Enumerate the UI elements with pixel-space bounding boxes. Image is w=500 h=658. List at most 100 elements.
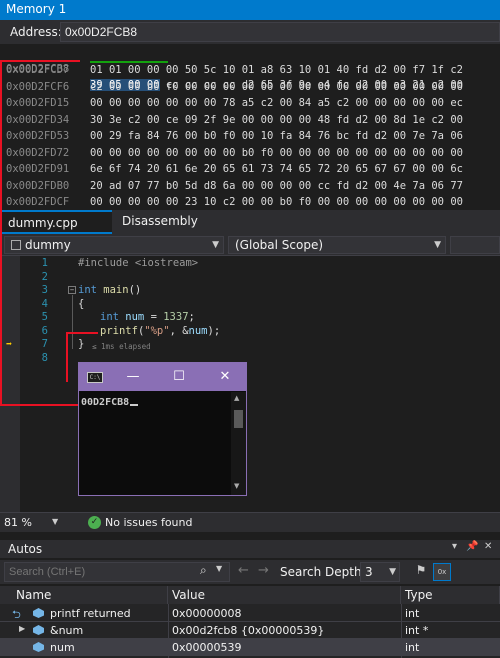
row-type: int [405,607,420,620]
zoom-level[interactable]: 81 % [4,516,32,529]
table-row[interactable]: num 0x00000539 int [0,639,500,656]
search-depth-label: Search Depth: [280,565,366,579]
memory-row-address: 0x00D2FCD7 [6,64,70,76]
perf-tip[interactable]: ≤ 1ms elapsed [92,342,151,351]
memory-row-bytes[interactable]: 30 3e c2 00 ce 09 2f 9e 00 00 00 00 48 f… [90,112,463,128]
back-arrow-icon[interactable]: ← [238,563,249,578]
column-header-value[interactable]: Value [168,586,401,604]
text-cursor [130,404,139,406]
line-number: 6 [41,324,48,337]
chevron-down-icon[interactable]: ▼ [216,564,222,573]
punctuation: () [128,284,142,296]
search-icon[interactable]: ⌕ [200,563,207,578]
memory-grid[interactable]: 0x00D2FCB8 39 05 00 00 cc cc cc cc d2 65… [0,44,500,210]
minimize-button[interactable]: — [123,368,143,386]
address-bar: Address: [0,20,500,44]
execution-pointer-icon: ➡ [6,339,13,350]
column-divider [168,604,169,658]
row-type: int * [405,624,429,637]
row-value[interactable]: 0x00d2fcb8 {0x00000539} [172,624,324,637]
chevron-down-icon: ▼ [434,240,441,250]
variable-icon [33,608,44,618]
pin-icon[interactable]: 📌 [466,541,478,552]
tab-disassembly[interactable]: Disassembly [114,210,206,234]
memory-row-bytes[interactable]: 00 29 fa 84 76 00 b0 f0 00 10 fa 84 76 b… [90,128,463,144]
chevron-down-icon[interactable]: ▾ [452,541,457,552]
column-header-type[interactable]: Type [401,586,500,604]
memory-row-address: 0x00D2FDB0 [6,179,70,192]
line-number: 5 [41,311,48,323]
annotation-line [66,332,98,334]
chevron-down-icon: ▼ [212,240,219,250]
hex-display-button[interactable]: 0x [433,563,451,581]
console-title-bar[interactable]: C:\ — ☐ ✕ [79,363,246,391]
scope-dropdown[interactable]: (Global Scope) ▼ [228,236,446,254]
console-app-icon: C:\ [87,372,103,383]
autos-title-bar: Autos ▾ 📌 ✕ [0,540,500,558]
scrollbar-thumb[interactable] [234,410,243,428]
collapse-icon[interactable]: − [68,286,76,294]
memory-row-bytes[interactable]: 6e 6f 74 20 61 6e 20 65 61 73 74 65 72 2… [90,161,463,177]
row-value[interactable]: 0x00000008 [172,607,242,620]
column-header-name[interactable]: Name [0,586,168,604]
column-divider [401,604,402,658]
scroll-down-icon[interactable]: ▼ [234,482,239,490]
navigation-bar: dummy ▼ (Global Scope) ▼ [0,234,500,256]
expand-arrow-icon[interactable]: ▶ [19,624,25,633]
keyword: int [100,311,119,323]
fold-guide [72,295,73,349]
project-icon [11,240,21,250]
memory-row-bytes[interactable]: 00 00 00 00 00 23 10 c2 00 00 b0 f0 00 0… [90,194,463,210]
variable: num [118,311,145,323]
punctuation: , & [169,324,189,337]
tab-dummy-cpp[interactable]: dummy.cpp [0,210,112,234]
memory-row-bytes[interactable]: c2 00 00 b0 f0 00 00 00 00 00 00 00 00 0… [90,79,463,95]
pin-columns-icon[interactable]: ⚑ [412,563,430,581]
punctuation: ); [207,324,221,337]
search-input[interactable] [4,562,230,582]
row-value[interactable]: 0x00000539 [172,641,242,654]
memory-row-address: 0x00D2FDCF [6,196,70,208]
string-literal: "%p" [144,324,170,337]
editor-gutter[interactable] [0,256,20,512]
memory-row-bytes[interactable]: 01 01 00 00 00 50 5c 10 01 a8 63 10 01 4… [90,62,463,78]
memory-row: 0x00D2FCB8 39 05 00 00 cc cc cc cc d2 65… [0,45,463,91]
code-editor[interactable]: ➡ 1 2 3 4 5 6 7 8 − #include <iostream> … [0,256,500,512]
memory-row-bytes[interactable]: 00 00 00 00 00 00 00 00 b0 f0 00 00 00 0… [90,145,463,161]
forward-arrow-icon[interactable]: → [258,563,269,578]
table-row[interactable]: ⮌ printf returned 0x00000008 int [0,605,500,622]
scroll-up-icon[interactable]: ▲ [234,394,239,402]
include-directive: #include <iostream> [78,257,199,269]
console-scrollbar[interactable]: ▲ ▼ [231,392,246,495]
memory-row-address: 0x00D2FCF6 [6,80,70,93]
number-literal: 1337 [163,311,189,323]
punctuation: ; [188,311,195,323]
line-number: 7 [41,338,48,350]
memory-row-bytes[interactable]: 20 ad 07 77 b0 5d d8 6a 00 00 00 00 cc f… [90,178,463,194]
console-window[interactable]: C:\ — ☐ ✕ 00D2FCB8 ▲ ▼ [78,362,247,496]
variable-icon [33,625,44,635]
autos-table[interactable]: Name Value Type ⮌ printf returned 0x0000… [0,586,500,658]
maximize-button[interactable]: ☐ [169,368,189,386]
keyword: int [78,284,97,296]
code-line-7: } [78,338,84,352]
close-button[interactable]: ✕ [215,368,235,386]
project-dropdown[interactable]: dummy ▼ [4,236,224,254]
address-input[interactable] [60,22,500,42]
memory-window-tab[interactable]: Memory 1 [0,0,500,20]
chevron-down-icon[interactable]: ▼ [52,517,58,526]
editor-status-bar: 81 % ▼ ✓ No issues found [0,512,500,532]
check-icon: ✓ [88,516,101,529]
code-line-3: int main() [78,284,141,298]
operator: = [144,311,164,323]
search-depth-select[interactable]: 3 ▼ [360,562,400,582]
memory-row-address: 0x00D2FD15 [6,97,70,109]
close-icon[interactable]: ✕ [484,541,492,552]
member-dropdown[interactable] [450,236,500,254]
table-row[interactable]: ▶ &num 0x00d2fcb8 {0x00000539} int * [0,622,500,639]
memory-row-bytes[interactable]: 00 00 00 00 00 00 00 78 a5 c2 00 84 a5 c… [90,95,463,111]
variable-icon [33,642,44,652]
autos-title: Autos [8,542,43,556]
punctuation: { [78,297,85,310]
issues-status[interactable]: No issues found [105,516,192,529]
